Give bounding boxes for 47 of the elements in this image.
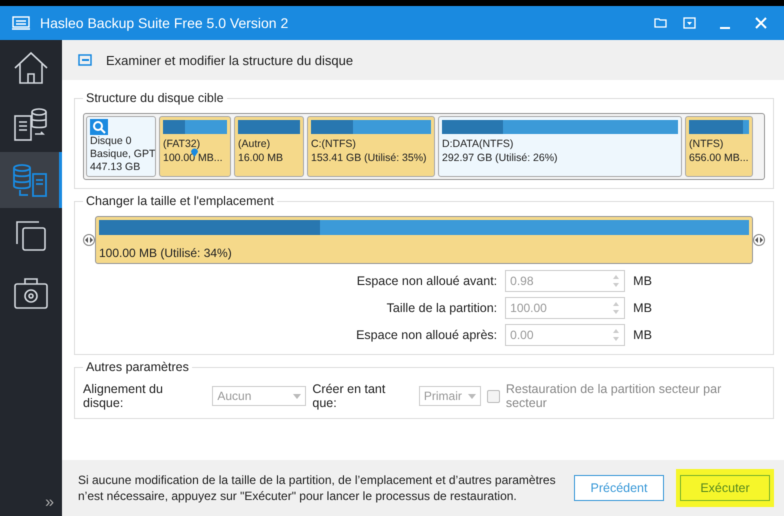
partition-size: 100.00 MB... (163, 151, 224, 165)
partition-size: 100.00 MB (Utilisé: 34%) (99, 246, 233, 260)
field-label: Alignement du disque: (83, 382, 164, 410)
partition-size: 656.00 MB... (689, 151, 749, 165)
checkbox-label: Restauration de la partition secteur par secteur (506, 382, 722, 410)
folder-icon[interactable] (654, 17, 668, 29)
section-title: Autres paramètres (83, 360, 192, 374)
partition-size: 153.41 GB (Utilisé: 35%) (311, 151, 428, 165)
execute-button[interactable]: Exécuter (680, 475, 770, 501)
info-message: Si aucune modification de la taille de la partition, de l’emplacement et d’autres paramètres n’est nécessaire, appuyez sur "Exécuter" pour lancer le processus de restauration. (78, 472, 557, 504)
field-label: Créer en tant que: (312, 382, 386, 410)
disk-size: 447.13 GB (90, 161, 142, 174)
usage-bar (238, 120, 300, 134)
partition-label: D:DATA(NTFS) (442, 137, 514, 151)
partition-tile[interactable]: (NTFS) 656.00 MB... (685, 116, 753, 177)
page-title: Examiner et modifier la structure du disque (106, 52, 354, 68)
field-label: Espace non alloué après: (356, 328, 498, 342)
expand-toggle[interactable]: » (0, 494, 62, 516)
resize-handle[interactable] (753, 234, 765, 246)
partition-tile[interactable]: (FAT32) 100.00 MB... (159, 116, 231, 177)
partition-tile[interactable]: D:DATA(NTFS) 292.97 GB (Utilisé: 26%) (438, 116, 682, 177)
partition-label: (NTFS) (689, 137, 724, 151)
resize-handle[interactable] (83, 234, 95, 246)
partition-label: (FAT32) (163, 137, 202, 151)
caret-icon (468, 394, 476, 398)
partition-size: 292.97 GB (Utilisé: 26%) (442, 151, 559, 165)
field-label: Espace non alloué avant: (356, 274, 498, 288)
window-title: Hasleo Backup Suite Free 5.0 Version 2 (40, 15, 290, 31)
disk-tile[interactable]: Disque 0 Basique, GPT 447.13 GB (86, 116, 156, 177)
section-title: Structure du disque cible (83, 91, 227, 105)
partition-tile[interactable]: C:(NTFS) 153.41 GB (Utilisé: 35%) (307, 116, 435, 177)
usage-bar (689, 120, 749, 134)
section-title: Changer la taille et l'emplacement (83, 194, 277, 208)
partition-label: C:(NTFS) (311, 137, 357, 151)
caret-icon (293, 394, 302, 398)
checkbox[interactable] (486, 390, 500, 402)
disk-name: Disque 0 (90, 135, 132, 148)
partition-label: (Autre) (238, 137, 272, 151)
field-label: Taille de la partition: (386, 301, 498, 315)
unit-label: MB (633, 274, 652, 288)
partition-tile[interactable]: (Autre) 16.00 MB (234, 116, 304, 177)
magnifier-icon (90, 119, 108, 135)
usage-bar (163, 120, 227, 134)
app-logo-icon (12, 16, 30, 30)
partition-size: 16.00 MB (238, 151, 284, 165)
unit-label: MB (633, 301, 652, 315)
unit-label: MB (633, 328, 652, 342)
